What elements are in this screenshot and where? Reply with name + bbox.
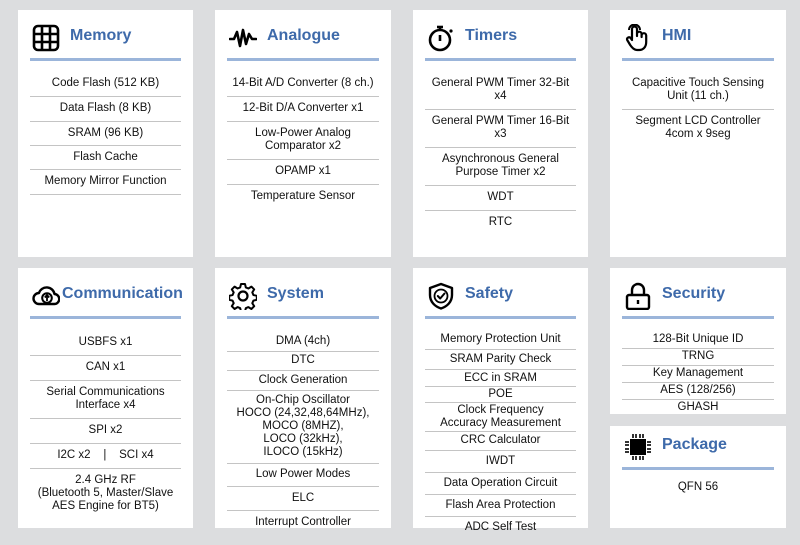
security-list: 128-Bit Unique ID TRNG Key Management AE… [622, 333, 774, 416]
package-title: Package [662, 436, 727, 453]
safety-list: Memory Protection Unit SRAM Parity Check… [425, 332, 576, 538]
list-item: CAN x1 [30, 356, 181, 381]
analogue-header: Analogue [227, 22, 379, 61]
timers-header: Timers [425, 22, 576, 61]
timers-list: General PWM Timer 32-Bit x4 General PWM … [425, 73, 576, 235]
list-item: IWDT [425, 451, 576, 473]
hmi-list: Capacitive Touch Sensing Unit (11 ch.) S… [622, 73, 774, 147]
chip-icon [624, 433, 652, 461]
list-item: SRAM (96 KB) [30, 122, 181, 146]
system-card: System DMA (4ch) DTC Clock Generation On… [215, 268, 391, 528]
list-item: I2C x2 | SCI x4 [30, 444, 181, 469]
list-item: DMA (4ch) [227, 334, 379, 352]
padlock-icon [624, 282, 652, 310]
list-item: Memory Mirror Function [30, 170, 181, 195]
safety-card: Safety Memory Protection Unit SRAM Parit… [413, 268, 588, 533]
list-item: 12-Bit D/A Converter x1 [227, 97, 379, 122]
communication-card: Communication USBFS x1 CAN x1 Serial Com… [18, 268, 193, 528]
list-item: ELC [227, 487, 379, 511]
shield-check-icon [427, 282, 455, 310]
list-item: Interrupt Controller [255, 516, 351, 528]
package-card: Package QFN 56 [610, 426, 786, 528]
memory-card: Memory Code Flash (512 KB) Data Flash (8… [18, 10, 193, 257]
list-item: Clock Generation [227, 371, 379, 391]
memory-title: Memory [70, 27, 132, 44]
list-item: Data Flash (8 KB) [30, 97, 181, 122]
package-header: Package [622, 431, 774, 470]
security-header: Security [622, 280, 774, 319]
touch-hand-icon [624, 24, 652, 52]
list-item: ADC Self Test [464, 521, 537, 533]
list-item: On-Chip Oscillator HOCO (24,32,48,64MHz)… [227, 391, 379, 464]
list-item: Clock Frequency Accuracy Measurement [425, 403, 576, 432]
list-item: QFN 56 [677, 481, 719, 493]
communication-header: Communication [30, 280, 183, 319]
list-item: Low Power Modes [227, 464, 379, 487]
safety-title: Safety [465, 285, 514, 302]
package-list: QFN 56 [622, 481, 774, 494]
system-title: System [267, 285, 324, 302]
communication-title: Communication [62, 285, 183, 302]
hmi-card: HMI Capacitive Touch Sensing Unit (11 ch… [610, 10, 786, 257]
list-item: AES (128/256) [622, 383, 774, 400]
analogue-card: Analogue 14-Bit A/D Converter (8 ch.) 12… [215, 10, 391, 257]
gear-icon [229, 282, 257, 310]
list-item: RTC [488, 216, 513, 228]
list-item: Data Operation Circuit [425, 473, 576, 495]
list-item: POE [425, 387, 576, 403]
list-item: Temperature Sensor [250, 190, 356, 202]
list-item: Code Flash (512 KB) [30, 73, 181, 97]
list-item: 128-Bit Unique ID [622, 333, 774, 349]
list-item: GHASH [677, 401, 719, 413]
list-item: ECC in SRAM [425, 370, 576, 387]
list-item: General PWM Timer 16-Bit x3 [425, 110, 576, 148]
waveform-icon [229, 24, 257, 52]
analogue-title: Analogue [267, 27, 340, 44]
list-item: Asynchronous General Purpose Timer x2 [425, 148, 576, 186]
list-item: Low-Power Analog Comparator x2 [227, 122, 379, 160]
timers-card: Timers General PWM Timer 32-Bit x4 Gener… [413, 10, 588, 257]
communication-list: USBFS x1 CAN x1 Serial Communications In… [30, 332, 181, 519]
security-card: Security 128-Bit Unique ID TRNG Key Mana… [610, 268, 786, 414]
list-item: Serial Communications Interface x4 [30, 381, 181, 419]
list-item: 14-Bit A/D Converter (8 ch.) [227, 73, 379, 97]
list-item: Segment LCD Controller 4com x 9seg [635, 115, 761, 140]
list-item: Flash Area Protection [425, 495, 576, 517]
grid-icon [32, 24, 60, 52]
timers-title: Timers [465, 27, 518, 44]
list-item: DTC [227, 352, 379, 371]
list-item: Capacitive Touch Sensing Unit (11 ch.) [622, 73, 774, 110]
list-item: CRC Calculator [425, 432, 576, 451]
cloud-upload-icon [32, 282, 60, 310]
list-item: 2.4 GHz RF (Bluetooth 5, Master/Slave AE… [37, 474, 174, 512]
list-item: USBFS x1 [30, 332, 181, 356]
analogue-list: 14-Bit A/D Converter (8 ch.) 12-Bit D/A … [227, 73, 379, 209]
safety-header: Safety [425, 280, 576, 319]
security-title: Security [662, 285, 726, 302]
memory-list: Code Flash (512 KB) Data Flash (8 KB) SR… [30, 73, 181, 195]
hmi-title: HMI [662, 27, 692, 44]
stopwatch-icon [427, 24, 455, 52]
list-item: Flash Cache [30, 146, 181, 170]
list-item: TRNG [622, 349, 774, 366]
hmi-header: HMI [622, 22, 774, 61]
list-item: Memory Protection Unit [425, 332, 576, 350]
list-item: OPAMP x1 [227, 160, 379, 185]
list-item: SRAM Parity Check [425, 350, 576, 370]
system-header: System [227, 280, 379, 319]
list-item: WDT [425, 186, 576, 211]
system-list: DMA (4ch) DTC Clock Generation On-Chip O… [227, 334, 379, 534]
list-item: Key Management [622, 366, 774, 383]
list-item: General PWM Timer 32-Bit x4 [425, 73, 576, 110]
list-item: SPI x2 [30, 419, 181, 444]
memory-header: Memory [30, 22, 181, 61]
